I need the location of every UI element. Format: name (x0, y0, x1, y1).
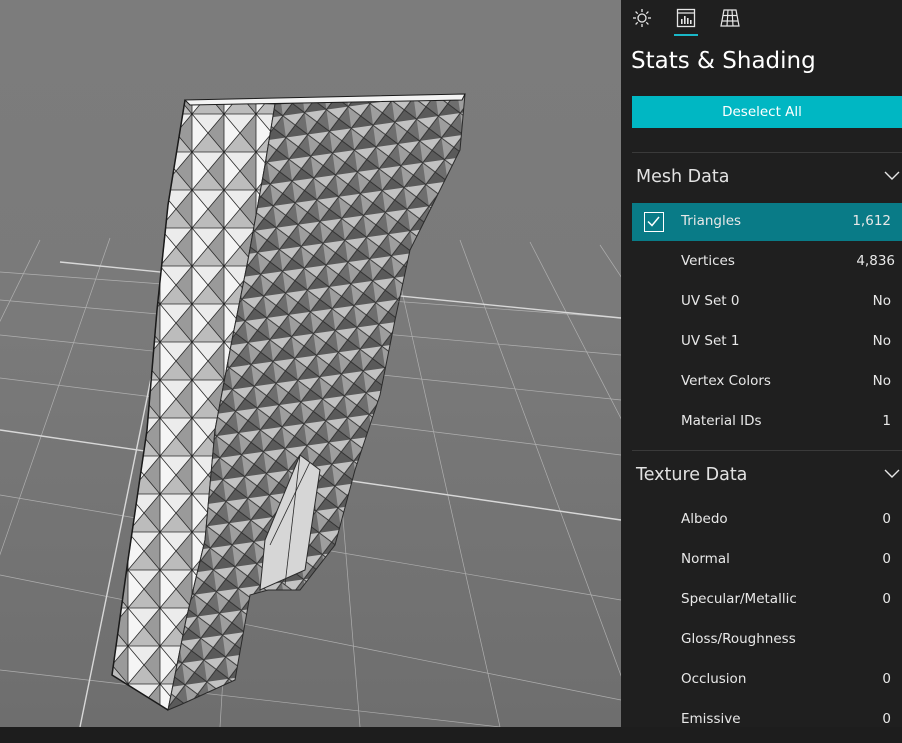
stat-row-vertices[interactable]: Vertices 4,836 (632, 243, 902, 281)
stat-label: Vertices (681, 253, 735, 269)
section-title: Mesh Data (636, 167, 730, 187)
stat-label: Vertex Colors (681, 373, 771, 389)
stat-label: UV Set 1 (681, 333, 740, 349)
stat-value: 0 (882, 551, 891, 567)
stats-chart-icon (676, 8, 696, 28)
stat-label: Gloss/Roughness (681, 631, 796, 647)
section-divider (632, 152, 902, 153)
stat-value: 0 (882, 591, 891, 607)
deselect-all-button[interactable]: Deselect All (632, 96, 902, 128)
stat-label: UV Set 0 (681, 293, 740, 309)
status-bar (0, 727, 902, 743)
3d-viewport[interactable] (0, 0, 621, 727)
section-divider (632, 450, 902, 451)
stat-row-material-ids[interactable]: Material IDs 1 (632, 403, 902, 441)
stat-row-occlusion[interactable]: Occlusion 0 (632, 661, 902, 699)
stat-label: Normal (681, 551, 730, 567)
panel-tab-bar (621, 0, 902, 40)
stat-label: Specular/Metallic (681, 591, 797, 607)
row-checkbox[interactable] (644, 212, 664, 232)
stat-value: 1 (882, 413, 891, 429)
stat-value: 4,836 (856, 253, 895, 269)
inspector-panel: Stats & Shading Deselect All Mesh Data T… (621, 0, 902, 727)
stat-row-uv-set-0[interactable]: UV Set 0 No (632, 283, 902, 321)
stat-row-normal[interactable]: Normal 0 (632, 541, 902, 579)
stat-row-triangles[interactable]: Triangles 1,612 (632, 203, 902, 241)
stat-row-uv-set-1[interactable]: UV Set 1 No (632, 323, 902, 361)
stat-label: Albedo (681, 511, 728, 527)
chevron-down-icon (884, 469, 900, 478)
mesh-data-section-header[interactable]: Mesh Data (632, 155, 902, 199)
stat-value: 0 (882, 671, 891, 687)
stat-label: Triangles (681, 213, 742, 229)
chevron-down-icon (884, 171, 900, 180)
stat-row-vertex-colors[interactable]: Vertex Colors No (632, 363, 902, 401)
stat-value: 0 (882, 711, 891, 727)
stat-label: Emissive (681, 711, 741, 727)
grid-icon (720, 9, 740, 27)
stat-value: 1,612 (852, 213, 891, 229)
stat-row-emissive[interactable]: Emissive 0 (632, 701, 902, 727)
texture-data-section-header[interactable]: Texture Data (632, 453, 902, 497)
tab-stats[interactable] (669, 0, 703, 36)
panel-title: Stats & Shading (631, 48, 816, 74)
stat-row-specular-metallic[interactable]: Specular/Metallic 0 (632, 581, 902, 619)
viewport-canvas[interactable] (0, 0, 621, 727)
tab-lighting[interactable] (625, 0, 659, 36)
section-title: Texture Data (636, 465, 748, 485)
stat-row-gloss-roughness[interactable]: Gloss/Roughness (632, 621, 902, 659)
stat-label: Material IDs (681, 413, 762, 429)
stat-value: 0 (882, 511, 891, 527)
sun-icon (633, 9, 651, 27)
stat-value: No (872, 293, 891, 309)
stat-row-albedo[interactable]: Albedo 0 (632, 501, 902, 539)
tab-grid[interactable] (713, 0, 747, 36)
stat-value: No (872, 373, 891, 389)
stat-value: No (872, 333, 891, 349)
checkmark-icon (647, 216, 660, 227)
stat-label: Occlusion (681, 671, 747, 687)
